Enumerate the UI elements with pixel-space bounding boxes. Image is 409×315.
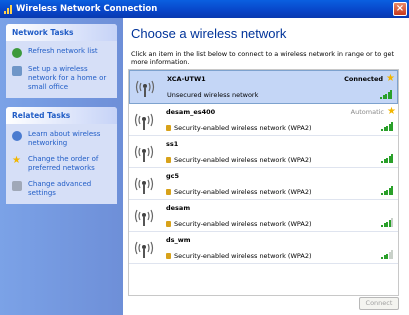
refresh-icon [12,48,22,58]
network-security: Security-enabled wireless network (WPA2) [166,124,312,132]
page-title: Choose a wireless network [131,26,287,41]
wireless-antenna-icon [134,76,156,98]
network-ssid: XCA-UTW1 [167,75,206,83]
lock-icon [166,253,171,259]
preferred-star-icon: ★ [386,73,395,84]
info-icon [12,131,22,141]
network-security-text: Security-enabled wireless network (WPA2) [174,124,312,132]
network-security-text: Unsecured wireless network [167,91,259,99]
network-item[interactable]: desam Security-enabled wireless network (… [129,200,398,232]
signal-strength-icon [381,122,394,131]
change-advanced-settings-link[interactable]: Change advanced settings [12,180,111,198]
close-button[interactable]: × [393,2,407,16]
network-security: Unsecured wireless network [167,91,258,99]
network-tasks-header: Network Tasks [6,24,117,41]
network-ssid: ds_wm [166,236,191,244]
wireless-network-icon [4,4,13,14]
network-item[interactable]: ds_wm Security-enabled wireless network (… [129,232,398,264]
page-description: Click an item in the list below to conne… [131,50,395,66]
sidebar: Network Tasks Refresh network list Set u… [0,18,123,315]
wireless-antenna-icon [133,205,155,227]
network-item[interactable]: ss1 Security-enabled wireless network (WP… [129,136,398,168]
lock-icon [166,157,171,163]
refresh-network-list-link[interactable]: Refresh network list [12,47,111,58]
network-item[interactable]: desam_es400 Security-enabled wireless net… [129,104,398,136]
signal-strength-icon [381,154,394,163]
star-icon: ★ [12,155,21,166]
network-security-text: Security-enabled wireless network (WPA2) [174,220,312,228]
network-status: Automatic [350,108,384,116]
network-item[interactable]: XCA-UTW1 Unsecured wireless network Connec… [129,70,398,104]
change-order-link[interactable]: ★ Change the order of preferred networks [12,155,111,173]
signal-strength-icon [381,250,394,259]
connect-button[interactable]: Connect [359,297,399,310]
network-ssid: desam [166,204,191,212]
wireless-antenna-icon [133,141,155,163]
network-security: Security-enabled wireless network (WPA2) [166,156,312,164]
network-security: Security-enabled wireless network (WPA2) [166,220,312,228]
network-ssid: ss1 [166,140,179,148]
signal-strength-icon [380,90,393,99]
wireless-antenna-icon [133,173,155,195]
signal-strength-icon [381,218,394,227]
related-tasks-panel: Related Tasks Learn about wireless netwo… [6,107,117,204]
network-security: Security-enabled wireless network (WPA2) [166,252,312,260]
network-security-text: Security-enabled wireless network (WPA2) [174,188,312,196]
wireless-antenna-icon [133,109,155,131]
lock-icon [166,189,171,195]
network-list[interactable]: XCA-UTW1 Unsecured wireless network Connec… [128,69,399,296]
lock-icon [166,125,171,131]
title-bar: Wireless Network Connection × [0,0,409,18]
learn-wireless-link[interactable]: Learn about wireless networking [12,130,111,148]
network-item[interactable]: gc5 Security-enabled wireless network (WP… [129,168,398,200]
preferred-star-icon: ★ [387,106,396,117]
setup-network-icon [12,66,22,76]
network-ssid: desam_es400 [166,108,216,116]
network-security: Security-enabled wireless network (WPA2) [166,188,312,196]
window-title: Wireless Network Connection [16,4,158,14]
main-panel: Choose a wireless network Click an item … [123,18,409,315]
network-security-text: Security-enabled wireless network (WPA2) [174,156,312,164]
lock-icon [166,221,171,227]
settings-icon [12,181,22,191]
network-ssid: gc5 [166,172,180,180]
wireless-antenna-icon [133,237,155,259]
network-tasks-panel: Network Tasks Refresh network list Set u… [6,24,117,98]
related-tasks-header: Related Tasks [6,107,117,124]
signal-strength-icon [381,186,394,195]
network-status: Connected [344,75,383,83]
network-security-text: Security-enabled wireless network (WPA2) [174,252,312,260]
setup-wireless-network-link[interactable]: Set up a wireless network for a home or … [12,65,111,92]
